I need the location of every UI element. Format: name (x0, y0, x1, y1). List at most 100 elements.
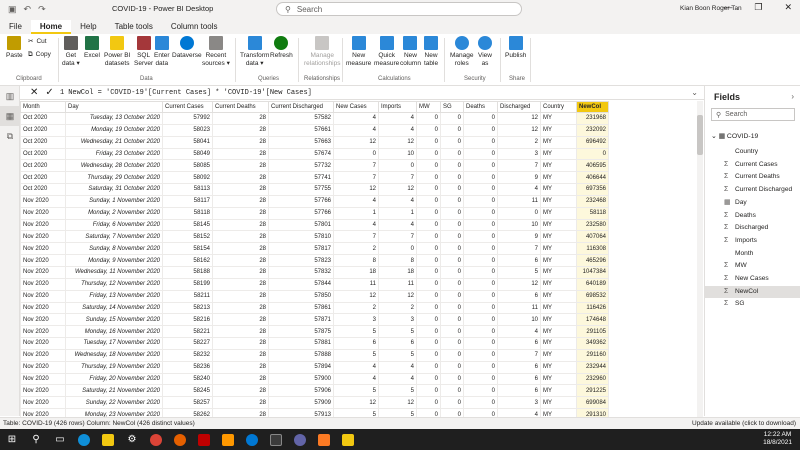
table-cell[interactable]: 10 (497, 313, 541, 327)
table-cell[interactable]: 6 (497, 289, 541, 303)
table-cell[interactable]: 4 (497, 408, 541, 417)
table-cell[interactable]: MY (540, 348, 577, 362)
table-cell[interactable]: MY (540, 372, 577, 386)
table-cell[interactable]: Nov 2020 (20, 372, 66, 386)
column-header[interactable]: Current Deaths (212, 101, 269, 113)
table-cell[interactable]: Nov 2020 (20, 384, 66, 398)
table-cell[interactable]: 0 (463, 159, 498, 173)
table-cell[interactable]: 0 (463, 147, 498, 161)
table-cell[interactable]: 57850 (268, 289, 334, 303)
table-cell[interactable]: 0 (440, 254, 464, 267)
formula-bar[interactable]: ✕ ✓ 1 NewCol = 'COVID-19'[Current Cases]… (20, 86, 704, 100)
table-cell[interactable]: 57861 (268, 301, 334, 315)
table-cell[interactable]: 291160 (576, 348, 609, 362)
table-cell[interactable]: 58152 (162, 230, 213, 244)
table-cell[interactable]: 0 (463, 301, 498, 315)
field-item[interactable]: Σ Current Deaths (705, 171, 800, 184)
table-cell[interactable]: 57663 (268, 135, 334, 149)
new-measure-button[interactable]: New measure (346, 36, 371, 67)
report-view-icon[interactable]: ▥ (0, 86, 20, 106)
table-cell[interactable]: 7 (333, 159, 379, 173)
table-cell[interactable]: Oct 2020 (20, 147, 66, 161)
table-cell[interactable]: 12 (333, 289, 379, 303)
table-cell[interactable]: 12 (378, 396, 417, 410)
dataverse-button[interactable]: Dataverse (172, 36, 202, 60)
table-cell[interactable]: 0 (416, 313, 441, 327)
table-cell[interactable]: 7 (378, 230, 417, 244)
undo-icon[interactable]: ↶ (24, 4, 32, 15)
table-cell[interactable]: 28 (212, 242, 269, 256)
table-cell[interactable]: MY (540, 242, 577, 256)
table-node-covid19[interactable]: ⌄ ▦ COVID-19 (711, 132, 758, 140)
table-cell[interactable]: 0 (440, 135, 464, 149)
table-cell[interactable]: 57875 (268, 325, 334, 339)
table-cell[interactable]: 57823 (268, 254, 334, 267)
table-cell[interactable]: 0 (463, 265, 498, 279)
table-cell[interactable]: 0 (463, 289, 498, 303)
table-cell[interactable]: 4 (378, 112, 417, 125)
table-cell[interactable]: 12 (378, 135, 417, 149)
field-item[interactable]: Month (705, 248, 800, 261)
table-cell[interactable]: Saturday, 31 October 2020 (65, 183, 163, 196)
table-cell[interactable]: 9 (497, 171, 541, 185)
column-header[interactable]: SG (440, 101, 464, 113)
view-as-button[interactable]: View as (478, 36, 492, 67)
table-cell[interactable]: Oct 2020 (20, 112, 66, 125)
table-cell[interactable]: 0 (416, 348, 441, 362)
table-cell[interactable]: 57900 (268, 372, 334, 386)
table-cell[interactable]: 11 (378, 277, 417, 291)
table-cell[interactable]: 58154 (162, 242, 213, 256)
table-cell[interactable]: 57732 (268, 159, 334, 173)
column-header[interactable]: Country (540, 101, 577, 113)
table-cell[interactable]: 0 (440, 289, 464, 303)
table-cell[interactable]: Saturday, 7 November 2020 (65, 230, 163, 244)
table-cell[interactable]: 28 (212, 218, 269, 232)
update-link[interactable]: Update available (click to download) (692, 418, 796, 429)
table-cell[interactable]: 0 (463, 135, 498, 149)
table-cell[interactable]: Nov 2020 (20, 265, 66, 279)
table-cell[interactable]: Nov 2020 (20, 218, 66, 232)
table-cell[interactable]: 4 (378, 372, 417, 386)
table-cell[interactable]: 28 (212, 289, 269, 303)
table-cell[interactable]: Friday, 20 November 2020 (65, 372, 163, 386)
paste-button[interactable]: Paste (6, 36, 23, 60)
scrollbar-thumb[interactable] (697, 115, 703, 155)
table-cell[interactable]: 0 (440, 112, 464, 125)
table-cell[interactable]: MY (540, 206, 577, 220)
expand-formula-icon[interactable]: ⌄ (691, 88, 698, 97)
column-header[interactable]: New Cases (333, 101, 379, 113)
column-header[interactable]: NewCol (576, 101, 609, 113)
table-cell[interactable]: 232468 (576, 194, 609, 208)
table-cell[interactable]: 28 (212, 230, 269, 244)
table-cell[interactable]: 28 (212, 301, 269, 315)
table-cell[interactable]: Wednesday, 11 November 2020 (65, 265, 163, 279)
table-cell[interactable]: 0 (497, 206, 541, 220)
table-cell[interactable]: 0 (416, 147, 441, 161)
table-cell[interactable]: 58118 (576, 206, 609, 220)
table-cell[interactable]: 0 (416, 337, 441, 350)
table-cell[interactable]: 4 (333, 360, 379, 374)
minimize-button[interactable]: — (723, 2, 732, 13)
table-cell[interactable]: 58023 (162, 123, 213, 137)
table-cell[interactable]: 57913 (268, 408, 334, 417)
table-cell[interactable]: 699084 (576, 396, 609, 410)
table-cell[interactable]: 58199 (162, 277, 213, 291)
table-cell[interactable]: 0 (463, 254, 498, 267)
table-cell[interactable]: 6 (333, 337, 379, 350)
table-cell[interactable]: 0 (416, 372, 441, 386)
table-cell[interactable]: 58085 (162, 159, 213, 173)
table-cell[interactable]: 0 (463, 171, 498, 185)
column-header[interactable]: Deaths (463, 101, 498, 113)
table-cell[interactable]: 0 (463, 123, 498, 137)
data-view-icon[interactable]: ▦ (0, 106, 20, 126)
table-cell[interactable]: 7 (333, 230, 379, 244)
maximize-button[interactable]: ❐ (754, 2, 762, 13)
tab-table-tools[interactable]: Table tools (106, 20, 162, 34)
app-icon[interactable] (240, 429, 264, 450)
table-cell[interactable]: 291310 (576, 408, 609, 417)
table-cell[interactable]: MY (540, 218, 577, 232)
table-cell[interactable]: 3 (497, 396, 541, 410)
table-cell[interactable]: 0 (416, 265, 441, 279)
table-cell[interactable]: 0 (440, 372, 464, 386)
table-cell[interactable]: 0 (440, 277, 464, 291)
